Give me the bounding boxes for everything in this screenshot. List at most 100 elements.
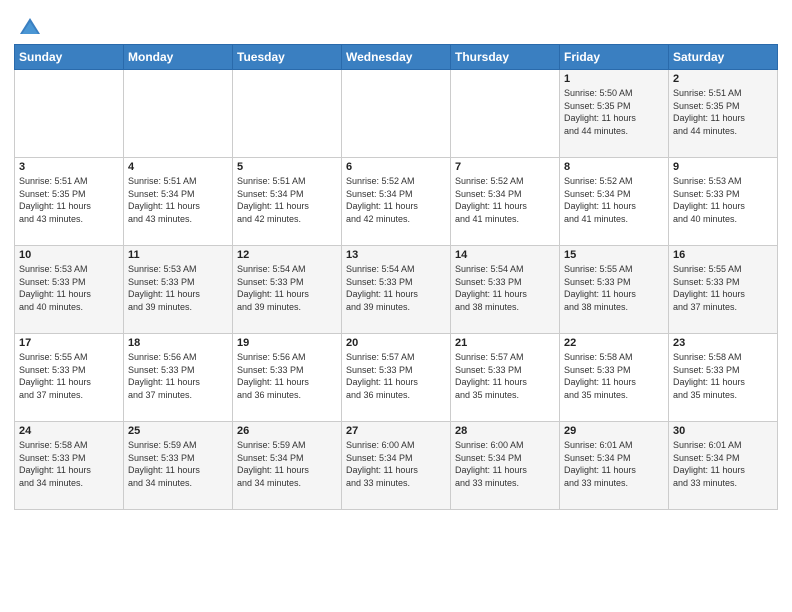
day-number: 14 (455, 249, 555, 261)
day-info: Sunrise: 5:55 AMSunset: 5:33 PMDaylight:… (19, 351, 119, 401)
day-info: Sunrise: 6:01 AMSunset: 5:34 PMDaylight:… (564, 439, 664, 489)
calendar-week-4: 17 Sunrise: 5:55 AMSunset: 5:33 PMDayligh… (15, 334, 778, 422)
day-number: 8 (564, 161, 664, 173)
day-info: Sunrise: 5:52 AMSunset: 5:34 PMDaylight:… (455, 175, 555, 225)
day-number: 13 (346, 249, 446, 261)
calendar-body: 1 Sunrise: 5:50 AMSunset: 5:35 PMDaylight… (15, 70, 778, 510)
day-info: Sunrise: 6:00 AMSunset: 5:34 PMDaylight:… (346, 439, 446, 489)
day-info: Sunrise: 5:54 AMSunset: 5:33 PMDaylight:… (346, 263, 446, 313)
calendar-week-3: 10 Sunrise: 5:53 AMSunset: 5:33 PMDayligh… (15, 246, 778, 334)
day-info: Sunrise: 5:51 AMSunset: 5:35 PMDaylight:… (673, 87, 773, 137)
calendar-day: 16 Sunrise: 5:55 AMSunset: 5:33 PMDayligh… (669, 246, 778, 334)
day-number: 28 (455, 425, 555, 437)
calendar-day: 8 Sunrise: 5:52 AMSunset: 5:34 PMDaylight… (560, 158, 669, 246)
day-number: 7 (455, 161, 555, 173)
weekday-header-friday: Friday (560, 45, 669, 70)
day-info: Sunrise: 5:59 AMSunset: 5:33 PMDaylight:… (128, 439, 228, 489)
day-number: 26 (237, 425, 337, 437)
day-number: 24 (19, 425, 119, 437)
day-info: Sunrise: 5:52 AMSunset: 5:34 PMDaylight:… (564, 175, 664, 225)
calendar-day: 2 Sunrise: 5:51 AMSunset: 5:35 PMDaylight… (669, 70, 778, 158)
day-number: 1 (564, 73, 664, 85)
logo-text-block (14, 14, 44, 38)
day-info: Sunrise: 5:56 AMSunset: 5:33 PMDaylight:… (128, 351, 228, 401)
day-info: Sunrise: 5:54 AMSunset: 5:33 PMDaylight:… (455, 263, 555, 313)
day-info: Sunrise: 5:53 AMSunset: 5:33 PMDaylight:… (128, 263, 228, 313)
logo (14, 14, 44, 38)
calendar-day: 4 Sunrise: 5:51 AMSunset: 5:34 PMDaylight… (124, 158, 233, 246)
calendar-day: 29 Sunrise: 6:01 AMSunset: 5:34 PMDayligh… (560, 422, 669, 510)
day-info: Sunrise: 5:52 AMSunset: 5:34 PMDaylight:… (346, 175, 446, 225)
day-info: Sunrise: 5:50 AMSunset: 5:35 PMDaylight:… (564, 87, 664, 137)
day-number: 5 (237, 161, 337, 173)
calendar-day: 10 Sunrise: 5:53 AMSunset: 5:33 PMDayligh… (15, 246, 124, 334)
calendar-day: 24Sunrise: 5:58 AMSunset: 5:33 PMDayligh… (15, 422, 124, 510)
calendar-day: 5 Sunrise: 5:51 AMSunset: 5:34 PMDaylight… (233, 158, 342, 246)
day-number: 18 (128, 337, 228, 349)
day-info: Sunrise: 5:58 AMSunset: 5:33 PMDaylight:… (673, 351, 773, 401)
day-info: Sunrise: 5:57 AMSunset: 5:33 PMDaylight:… (346, 351, 446, 401)
day-number: 17 (19, 337, 119, 349)
calendar-day: 20Sunrise: 5:57 AMSunset: 5:33 PMDayligh… (342, 334, 451, 422)
day-number: 10 (19, 249, 119, 261)
calendar-day: 14 Sunrise: 5:54 AMSunset: 5:33 PMDayligh… (451, 246, 560, 334)
day-number: 30 (673, 425, 773, 437)
day-number: 3 (19, 161, 119, 173)
calendar-day (233, 70, 342, 158)
calendar-day: 21 Sunrise: 5:57 AMSunset: 5:33 PMDayligh… (451, 334, 560, 422)
day-number: 6 (346, 161, 446, 173)
calendar-week-1: 1 Sunrise: 5:50 AMSunset: 5:35 PMDaylight… (15, 70, 778, 158)
day-info: Sunrise: 5:59 AMSunset: 5:34 PMDaylight:… (237, 439, 337, 489)
page-container: SundayMondayTuesdayWednesdayThursdayFrid… (0, 0, 792, 518)
day-info: Sunrise: 5:56 AMSunset: 5:33 PMDaylight:… (237, 351, 337, 401)
weekday-header-sunday: Sunday (15, 45, 124, 70)
day-number: 21 (455, 337, 555, 349)
day-number: 16 (673, 249, 773, 261)
calendar-day (451, 70, 560, 158)
day-number: 29 (564, 425, 664, 437)
weekday-header-wednesday: Wednesday (342, 45, 451, 70)
calendar-day: 6 Sunrise: 5:52 AMSunset: 5:34 PMDaylight… (342, 158, 451, 246)
calendar-day: 26 Sunrise: 5:59 AMSunset: 5:34 PMDayligh… (233, 422, 342, 510)
day-number: 4 (128, 161, 228, 173)
calendar-table: SundayMondayTuesdayWednesdayThursdayFrid… (14, 44, 778, 510)
day-info: Sunrise: 5:57 AMSunset: 5:33 PMDaylight:… (455, 351, 555, 401)
day-number: 9 (673, 161, 773, 173)
day-info: Sunrise: 5:51 AMSunset: 5:34 PMDaylight:… (128, 175, 228, 225)
calendar-day: 17 Sunrise: 5:55 AMSunset: 5:33 PMDayligh… (15, 334, 124, 422)
calendar-day: 1 Sunrise: 5:50 AMSunset: 5:35 PMDaylight… (560, 70, 669, 158)
day-info: Sunrise: 6:01 AMSunset: 5:34 PMDaylight:… (673, 439, 773, 489)
calendar-day: 3 Sunrise: 5:51 AMSunset: 5:35 PMDaylight… (15, 158, 124, 246)
day-info: Sunrise: 5:51 AMSunset: 5:34 PMDaylight:… (237, 175, 337, 225)
calendar-header: SundayMondayTuesdayWednesdayThursdayFrid… (15, 45, 778, 70)
calendar-week-5: 24Sunrise: 5:58 AMSunset: 5:33 PMDayligh… (15, 422, 778, 510)
day-number: 2 (673, 73, 773, 85)
calendar-day: 30 Sunrise: 6:01 AMSunset: 5:34 PMDayligh… (669, 422, 778, 510)
calendar-day: 25Sunrise: 5:59 AMSunset: 5:33 PMDayligh… (124, 422, 233, 510)
calendar-day: 15Sunrise: 5:55 AMSunset: 5:33 PMDayligh… (560, 246, 669, 334)
day-info: Sunrise: 5:51 AMSunset: 5:35 PMDaylight:… (19, 175, 119, 225)
calendar-day (342, 70, 451, 158)
calendar-day: 12Sunrise: 5:54 AMSunset: 5:33 PMDayligh… (233, 246, 342, 334)
day-info: Sunrise: 5:58 AMSunset: 5:33 PMDaylight:… (564, 351, 664, 401)
calendar-day: 19Sunrise: 5:56 AMSunset: 5:33 PMDayligh… (233, 334, 342, 422)
calendar-day: 23 Sunrise: 5:58 AMSunset: 5:33 PMDayligh… (669, 334, 778, 422)
day-number: 22 (564, 337, 664, 349)
calendar-day (15, 70, 124, 158)
day-info: Sunrise: 5:53 AMSunset: 5:33 PMDaylight:… (673, 175, 773, 225)
calendar-day (124, 70, 233, 158)
day-info: Sunrise: 5:54 AMSunset: 5:33 PMDaylight:… (237, 263, 337, 313)
day-info: Sunrise: 6:00 AMSunset: 5:34 PMDaylight:… (455, 439, 555, 489)
calendar-day: 7 Sunrise: 5:52 AMSunset: 5:34 PMDaylight… (451, 158, 560, 246)
calendar-week-2: 3 Sunrise: 5:51 AMSunset: 5:35 PMDaylight… (15, 158, 778, 246)
calendar-day: 18 Sunrise: 5:56 AMSunset: 5:33 PMDayligh… (124, 334, 233, 422)
day-info: Sunrise: 5:55 AMSunset: 5:33 PMDaylight:… (673, 263, 773, 313)
weekday-header-tuesday: Tuesday (233, 45, 342, 70)
calendar-day: 11Sunrise: 5:53 AMSunset: 5:33 PMDayligh… (124, 246, 233, 334)
day-number: 15 (564, 249, 664, 261)
day-info: Sunrise: 5:53 AMSunset: 5:33 PMDaylight:… (19, 263, 119, 313)
weekday-header-saturday: Saturday (669, 45, 778, 70)
logo-icon (16, 14, 44, 42)
day-number: 23 (673, 337, 773, 349)
calendar-day: 9 Sunrise: 5:53 AMSunset: 5:33 PMDaylight… (669, 158, 778, 246)
